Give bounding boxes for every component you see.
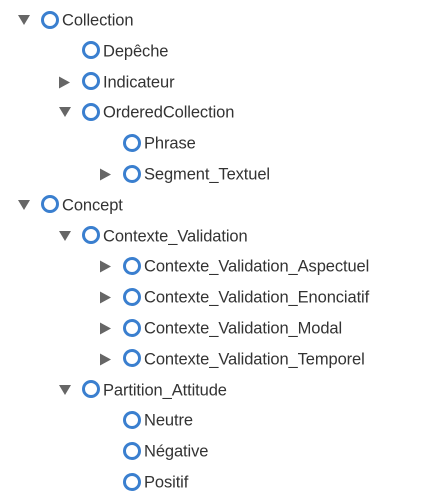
tree-node-label: Neutre: [144, 412, 193, 431]
tree-node-label: Contexte_Validation_Modal: [144, 319, 343, 338]
class-circle-icon: [82, 380, 100, 399]
class-circle-icon: [123, 257, 141, 276]
class-circle-icon: [82, 41, 100, 60]
class-circle-icon: [123, 287, 141, 306]
tree-node-label: Indicateur: [103, 73, 175, 92]
tree-node-orderedcollection[interactable]: OrderedCollection: [59, 97, 235, 127]
tree-node-label: Positif: [144, 473, 189, 492]
tree-node-label: Contexte_Validation: [103, 227, 248, 246]
class-circle-icon: [41, 195, 59, 214]
tree-node-label: OrderedCollection: [103, 104, 235, 123]
class-circle-icon: [123, 133, 141, 152]
tree-node-contexte-validation-aspectuel[interactable]: Contexte_Validation_Aspectuel: [100, 251, 370, 281]
tree-node-label: Négative: [144, 442, 209, 461]
expand-toggle-down-icon[interactable]: [56, 375, 74, 405]
tree-node-positif[interactable]: Positif: [123, 467, 188, 497]
class-hierarchy-tree: Collection Depêche Indicateur OrderedCollec…: [0, 0, 438, 492]
expand-toggle-down-icon[interactable]: [15, 5, 33, 35]
class-circle-icon: [123, 164, 141, 183]
expand-toggle-down-icon[interactable]: [56, 221, 74, 251]
tree-node-neutre[interactable]: Neutre: [123, 405, 193, 435]
tree-node-segment-textuel[interactable]: Segment_Textuel: [100, 159, 270, 189]
class-circle-icon: [123, 318, 141, 337]
class-circle-icon: [123, 411, 141, 430]
tree-node-contexte-validation-temporel[interactable]: Contexte_Validation_Temporel: [100, 344, 365, 374]
tree-node-indicateur[interactable]: Indicateur: [59, 67, 175, 97]
expand-toggle-down-icon[interactable]: [15, 190, 33, 220]
class-circle-icon: [41, 10, 59, 29]
expand-toggle-right-icon[interactable]: [56, 67, 74, 97]
tree-node-collection[interactable]: Collection: [18, 5, 134, 35]
tree-node-contexte-validation-enonciatif[interactable]: Contexte_Validation_Enonciatif: [100, 282, 370, 312]
tree-node-label: Segment_Textuel: [144, 165, 270, 184]
tree-node-negative[interactable]: Négative: [123, 436, 208, 466]
class-circle-icon: [82, 226, 100, 245]
tree-node-label: Phrase: [144, 134, 196, 153]
expand-toggle-down-icon[interactable]: [56, 97, 74, 127]
tree-node-contexte-validation[interactable]: Contexte_Validation: [59, 221, 248, 251]
expand-toggle-right-icon[interactable]: [97, 251, 115, 281]
class-circle-icon: [82, 72, 100, 91]
expand-toggle-right-icon[interactable]: [97, 313, 115, 343]
expand-toggle-right-icon[interactable]: [97, 282, 115, 312]
class-circle-icon: [82, 103, 100, 122]
tree-node-depeche[interactable]: Depêche: [82, 36, 168, 66]
tree-node-label: Contexte_Validation_Temporel: [144, 350, 365, 369]
tree-node-label: Collection: [62, 11, 134, 30]
tree-node-label: Depêche: [103, 42, 169, 61]
tree-node-label: Concept: [62, 196, 123, 215]
tree-node-contexte-validation-modal[interactable]: Contexte_Validation_Modal: [100, 313, 343, 343]
tree-node-partition-attitude[interactable]: Partition_Attitude: [59, 375, 227, 405]
expand-toggle-right-icon[interactable]: [97, 159, 115, 189]
tree-node-label: Partition_Attitude: [103, 381, 227, 400]
tree-node-label: Contexte_Validation_Enonciatif: [144, 288, 370, 307]
class-circle-icon: [123, 441, 141, 460]
tree-node-phrase[interactable]: Phrase: [123, 128, 196, 158]
tree-node-label: Contexte_Validation_Aspectuel: [144, 258, 370, 277]
tree-node-concept[interactable]: Concept: [18, 190, 123, 220]
expand-toggle-right-icon[interactable]: [97, 344, 115, 374]
class-circle-icon: [123, 349, 141, 368]
class-circle-icon: [123, 472, 141, 491]
